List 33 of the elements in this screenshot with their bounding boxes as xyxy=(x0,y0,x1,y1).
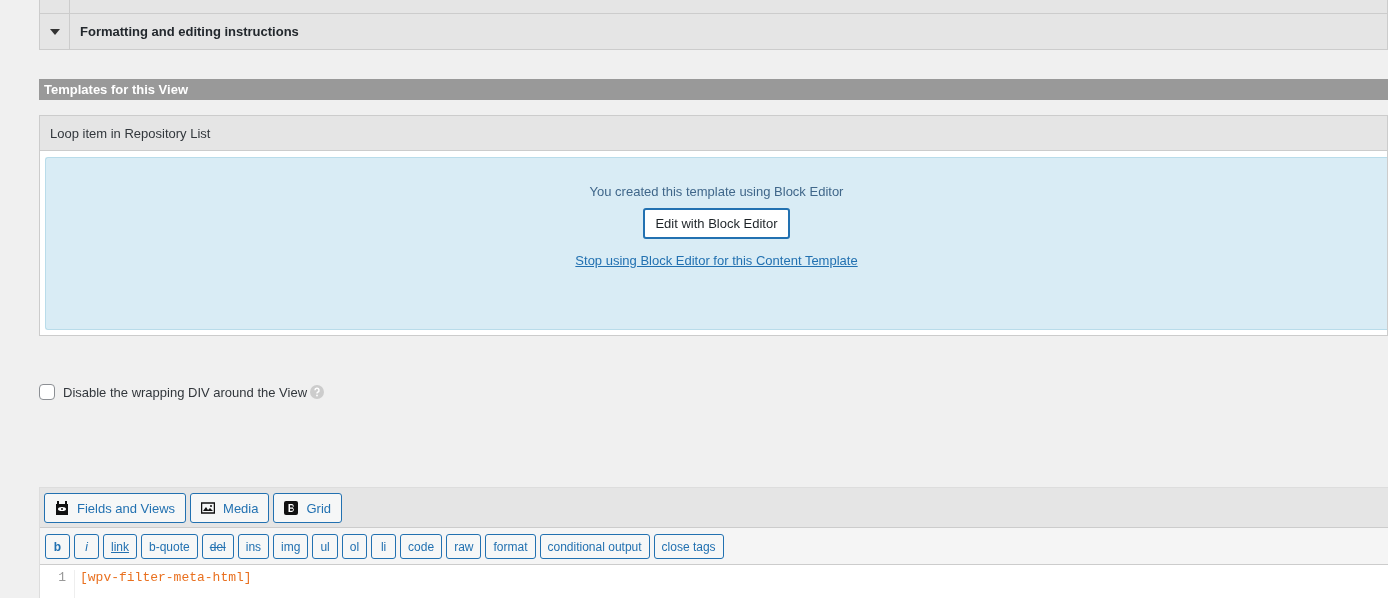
section-header[interactable]: Formatting and editing instructions xyxy=(39,14,1388,50)
checkbox[interactable] xyxy=(39,384,55,400)
quicktag-button[interactable]: b xyxy=(45,534,70,559)
line-number: 1 xyxy=(57,570,66,585)
quicktag-button[interactable]: ol xyxy=(341,534,368,559)
quicktag-button[interactable]: li xyxy=(371,534,397,559)
checkbox-label: Disable the wrapping DIV around the View xyxy=(63,384,308,400)
caret-down-icon[interactable] xyxy=(49,28,60,35)
bootstrap-icon xyxy=(284,501,299,515)
template-title: Loop item in Repository List xyxy=(40,116,1387,151)
quicktag-button[interactable]: link xyxy=(103,534,137,559)
quicktag-button[interactable]: b-quote xyxy=(141,534,198,559)
quicktag-button[interactable]: ins xyxy=(237,534,270,559)
quicktag-button[interactable]: ul xyxy=(312,534,338,559)
quicktag-button[interactable]: img xyxy=(273,534,309,559)
quicktag-button[interactable]: format xyxy=(485,534,536,559)
quicktag-button[interactable]: code xyxy=(400,534,443,559)
section-title: Formatting and editing instructions xyxy=(79,23,299,41)
quicktag-button[interactable]: i xyxy=(74,534,99,559)
media-button[interactable]: Grid xyxy=(273,493,343,523)
quicktag-button[interactable]: raw xyxy=(446,534,482,559)
image-icon xyxy=(201,501,216,515)
robot-icon xyxy=(55,501,69,515)
code-line: [wpv-filter-meta-html] xyxy=(80,570,252,585)
quicktag-button[interactable]: close tags xyxy=(653,534,724,559)
quicktag-button[interactable]: conditional output xyxy=(539,534,650,559)
quicktag-button[interactable]: del xyxy=(201,534,234,559)
stop-link[interactable]: Stop using Block Editor for this Content Template xyxy=(575,253,858,268)
notice-text: You created this template using Block Editor xyxy=(589,184,844,199)
edit-button[interactable]: Edit with Block Editor xyxy=(643,208,790,239)
media-button[interactable]: Media xyxy=(190,493,270,523)
section-heading: Templates for this View xyxy=(39,79,1388,100)
media-button[interactable]: Fields and Views xyxy=(44,493,187,523)
